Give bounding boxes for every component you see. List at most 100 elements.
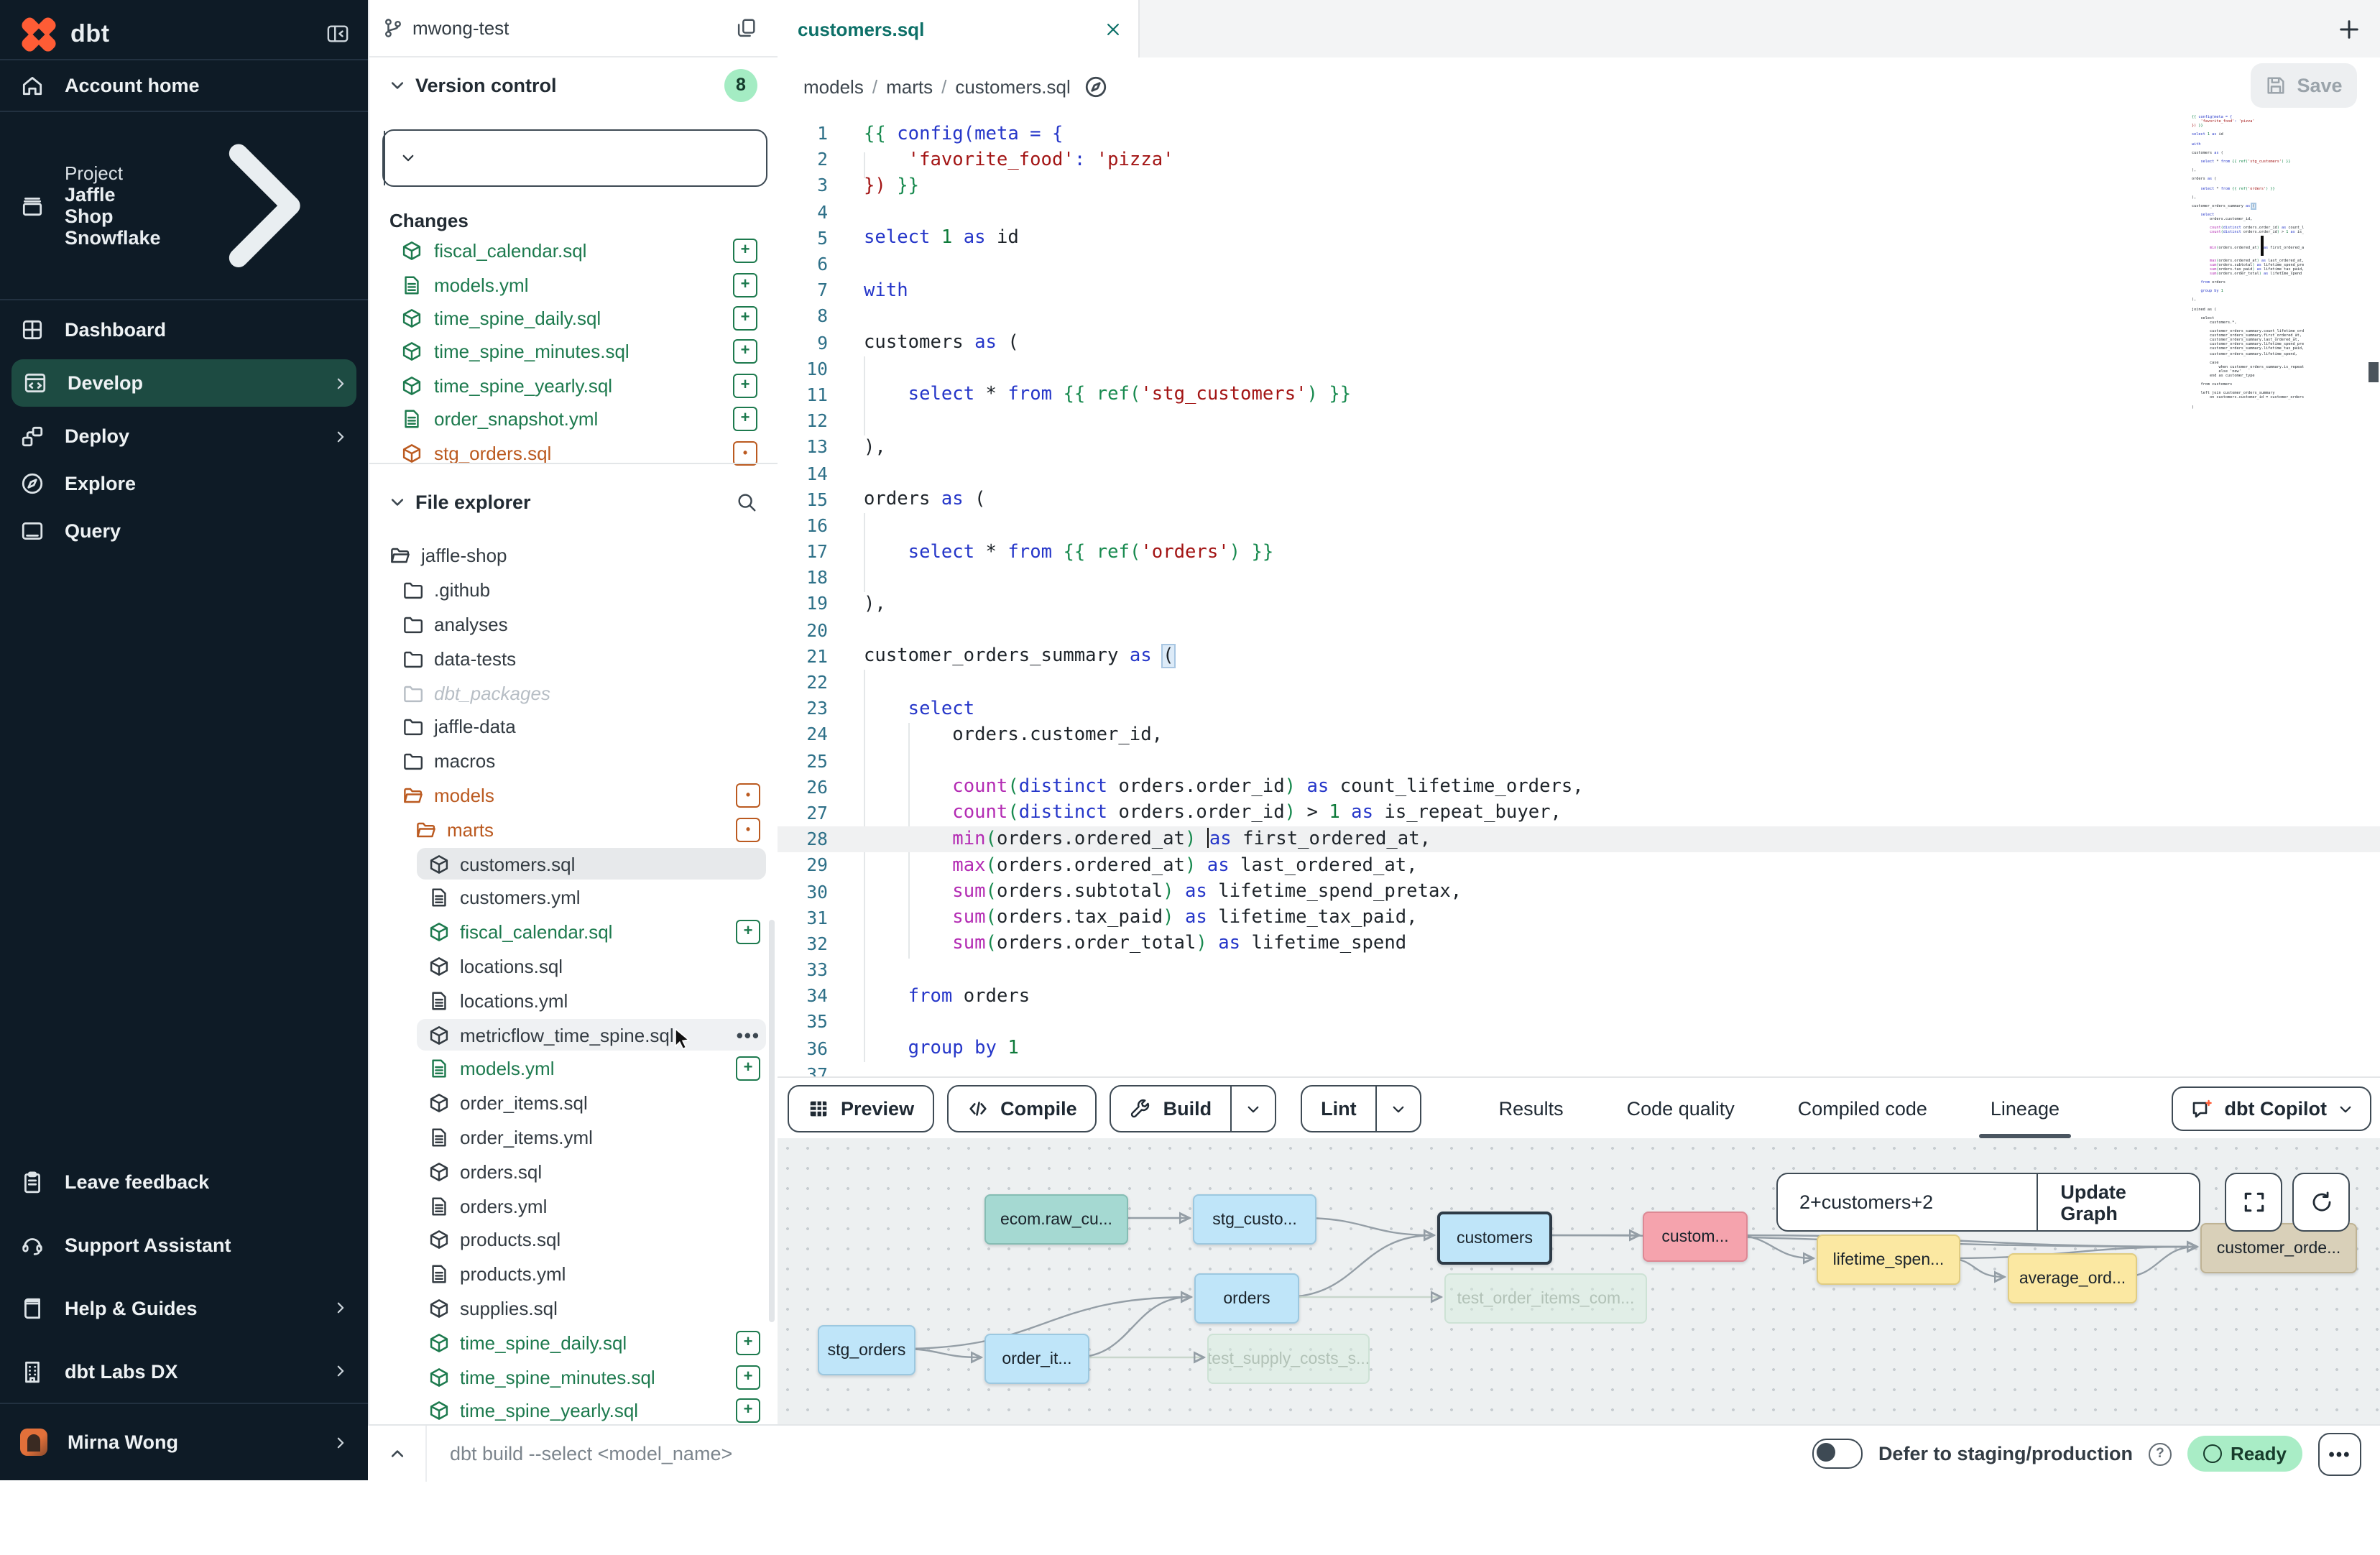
file-tree-item[interactable]: locations.sql bbox=[369, 949, 778, 984]
file-tree-item[interactable]: products.sql bbox=[369, 1223, 778, 1258]
sidebar-item-dashboard[interactable]: Dashboard bbox=[0, 306, 368, 354]
collapse-sidebar-icon[interactable] bbox=[325, 23, 351, 45]
tab-lineage[interactable]: Lineage bbox=[1988, 1081, 2062, 1137]
lineage-node-stg_cust[interactable]: stg_custo... bbox=[1193, 1194, 1316, 1245]
code-line[interactable]: 27 count(distinct orders.order_id) > 1 a… bbox=[778, 800, 2380, 826]
code-line[interactable]: 33 bbox=[778, 957, 2380, 983]
file-tree-item[interactable]: customers.yml bbox=[369, 881, 778, 915]
code-line[interactable]: 18 bbox=[778, 565, 2380, 591]
lineage-node-order_it[interactable]: order_it... bbox=[984, 1334, 1089, 1384]
tab-results[interactable]: Results bbox=[1496, 1081, 1567, 1137]
fullscreen-button[interactable] bbox=[2225, 1173, 2282, 1232]
editor-scrollbar-thumb[interactable] bbox=[2369, 362, 2379, 382]
stage-change-icon[interactable]: + bbox=[733, 374, 757, 398]
code-line[interactable]: 2 'favorite_food': 'pizza' bbox=[778, 147, 2380, 172]
build-options-dropdown[interactable] bbox=[1230, 1086, 1275, 1131]
commit-options-dropdown[interactable] bbox=[384, 131, 431, 185]
code-line[interactable]: 11 select * from {{ ref('stg_customers')… bbox=[778, 382, 2380, 408]
lineage-canvas[interactable]: ecom.raw_cu...stg_custo...customerscusto… bbox=[778, 1138, 2380, 1424]
stage-change-icon[interactable]: + bbox=[733, 407, 757, 431]
change-item[interactable]: order_snapshot.yml+ bbox=[369, 402, 778, 436]
code-line[interactable]: 25 bbox=[778, 748, 2380, 774]
stage-change-icon[interactable]: + bbox=[733, 306, 757, 331]
file-tree-item[interactable]: time_spine_daily.sql+ bbox=[369, 1326, 778, 1360]
code-line[interactable]: 32 sum(orders.order_total) as lifetime_s… bbox=[778, 931, 2380, 957]
lineage-node-t_order[interactable]: test_order_items_com... bbox=[1444, 1273, 1647, 1324]
code-line[interactable]: 31 sum(orders.tax_paid) as lifetime_tax_… bbox=[778, 905, 2380, 931]
compile-button[interactable]: Compile bbox=[947, 1085, 1097, 1132]
code-line[interactable]: 19), bbox=[778, 591, 2380, 617]
file-tree-item[interactable]: models.yml+ bbox=[369, 1052, 778, 1086]
code-line[interactable]: 26 count(distinct orders.order_id) as co… bbox=[778, 774, 2380, 800]
lineage-node-lifetime[interactable]: lifetime_spen... bbox=[1817, 1235, 1960, 1285]
sidebar-item-support-assistant[interactable]: Support Assistant bbox=[0, 1213, 368, 1276]
modified-indicator-icon[interactable]: • bbox=[736, 818, 760, 842]
lineage-node-orders[interactable]: orders bbox=[1194, 1273, 1299, 1324]
change-item[interactable]: time_spine_yearly.sql+ bbox=[369, 369, 778, 402]
code-line[interactable]: 8 bbox=[778, 304, 2380, 330]
stage-change-icon[interactable]: + bbox=[733, 272, 757, 297]
code-line[interactable]: 30 sum(orders.subtotal) as lifetime_spen… bbox=[778, 879, 2380, 905]
breadcrumb-file[interactable]: customers.sql bbox=[955, 75, 1070, 97]
defer-toggle[interactable] bbox=[1812, 1439, 1863, 1469]
file-tree-item[interactable]: products.yml bbox=[369, 1257, 778, 1291]
copy-icon[interactable] bbox=[736, 17, 757, 39]
code-line[interactable]: 20 bbox=[778, 617, 2380, 643]
stage-change-icon[interactable]: + bbox=[733, 239, 757, 263]
file-tree-item[interactable]: orders.sql bbox=[369, 1155, 778, 1189]
code-line[interactable]: 10 bbox=[778, 356, 2380, 382]
stage-change-icon[interactable]: + bbox=[736, 1399, 760, 1424]
lint-options-dropdown[interactable] bbox=[1375, 1086, 1420, 1131]
code-line[interactable]: 16 bbox=[778, 513, 2380, 539]
lineage-node-average[interactable]: average_ord... bbox=[2008, 1253, 2137, 1303]
close-icon[interactable] bbox=[1105, 21, 1121, 37]
change-item[interactable]: stg_orders.sql• bbox=[369, 436, 778, 470]
sidebar-item-dbt-labs-dx[interactable]: dbt Labs DX bbox=[0, 1339, 368, 1403]
sidebar-item-account-home[interactable]: Account home bbox=[0, 60, 368, 111]
modified-indicator-icon[interactable]: • bbox=[733, 440, 757, 465]
minimap[interactable]: {{ config(meta = { 'favorite_food': 'piz… bbox=[2192, 115, 2304, 410]
file-tree-item[interactable]: time_spine_yearly.sql+ bbox=[369, 1394, 778, 1424]
code-line[interactable]: 3}) }} bbox=[778, 173, 2380, 199]
breadcrumb-marts[interactable]: marts bbox=[886, 75, 933, 97]
refresh-button[interactable] bbox=[2292, 1173, 2350, 1232]
tab-customers-sql[interactable]: customers.sql bbox=[778, 0, 1140, 57]
stage-change-icon[interactable]: + bbox=[736, 920, 760, 944]
code-line[interactable]: 15orders as ( bbox=[778, 486, 2380, 512]
stage-change-icon[interactable]: + bbox=[736, 1330, 760, 1355]
code-line[interactable]: 22 bbox=[778, 670, 2380, 696]
code-line[interactable]: 14 bbox=[778, 461, 2380, 486]
build-button[interactable]: Build bbox=[1110, 1085, 1277, 1132]
more-options-button[interactable]: ••• bbox=[2318, 1432, 2361, 1475]
file-tree-item[interactable]: order_items.sql bbox=[369, 1086, 778, 1121]
stage-change-icon[interactable]: + bbox=[736, 1365, 760, 1389]
help-icon[interactable]: ? bbox=[2149, 1442, 2172, 1465]
file-tree-scrollbar[interactable] bbox=[769, 920, 775, 1322]
change-item[interactable]: time_spine_daily.sql+ bbox=[369, 302, 778, 336]
file-tree-item[interactable]: models• bbox=[369, 778, 778, 813]
code-line[interactable]: 1{{ config(meta = { bbox=[778, 121, 2380, 147]
code-line[interactable]: 9customers as ( bbox=[778, 330, 2380, 356]
file-tree-item[interactable]: analyses bbox=[369, 607, 778, 642]
code-line[interactable]: 13), bbox=[778, 435, 2380, 461]
sidebar-item-leave-feedback[interactable]: Leave feedback bbox=[0, 1150, 368, 1213]
code-line[interactable]: 36 group by 1 bbox=[778, 1035, 2380, 1061]
lineage-node-stg_orders[interactable]: stg_orders bbox=[818, 1325, 915, 1375]
breadcrumb-models[interactable]: models bbox=[803, 75, 864, 97]
tab-code-quality[interactable]: Code quality bbox=[1624, 1081, 1738, 1137]
new-tab-icon[interactable] bbox=[2338, 18, 2360, 40]
file-tree-item[interactable]: macros bbox=[369, 744, 778, 779]
stage-change-icon[interactable]: + bbox=[736, 1057, 760, 1081]
version-control-header[interactable]: Version control 8 bbox=[369, 57, 778, 112]
code-line[interactable]: 29 max(orders.ordered_at) as last_ordere… bbox=[778, 853, 2380, 879]
row-menu-icon[interactable]: ••• bbox=[737, 1024, 760, 1046]
save-button[interactable]: Save bbox=[2251, 63, 2357, 108]
change-item[interactable]: models.yml+ bbox=[369, 268, 778, 302]
code-line[interactable]: 17 select * from {{ ref('orders') }} bbox=[778, 539, 2380, 565]
file-tree-item[interactable]: order_items.yml bbox=[369, 1120, 778, 1155]
code-line[interactable]: 23 select bbox=[778, 696, 2380, 721]
commit-and-sync-button[interactable]: Commit and sync bbox=[382, 129, 767, 187]
file-tree-item[interactable]: locations.yml bbox=[369, 984, 778, 1018]
file-tree-item[interactable]: metricflow_time_spine.sql••• bbox=[369, 1018, 778, 1052]
file-tree-item[interactable]: data-tests bbox=[369, 642, 778, 676]
